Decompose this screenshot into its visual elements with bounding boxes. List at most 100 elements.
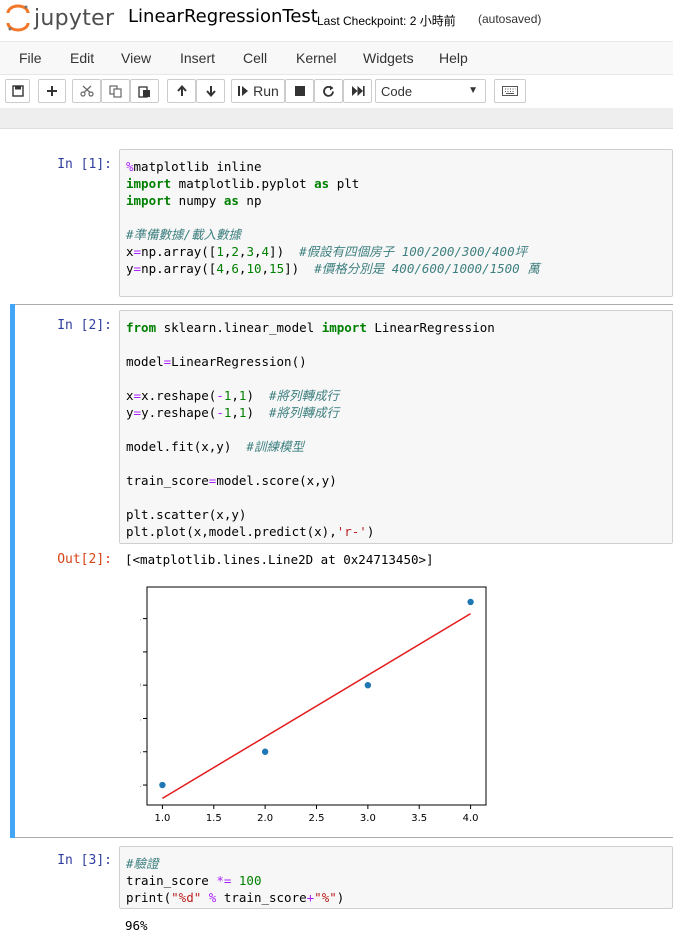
cell-3-prompt: In [3]: [57,853,112,868]
move-up-button[interactable] [167,79,196,103]
cell-2-input[interactable]: from sklearn.linear_model import LinearR… [119,310,673,544]
save-button[interactable] [5,79,30,103]
code-token: = [133,388,142,403]
code-line: import matplotlib.pyplot as plt [126,176,360,191]
code-comment: #訓練模型 [246,439,304,454]
cell-2-output-text: [<matplotlib.lines.Line2D at 0x24713450>… [125,552,434,567]
toolbar-divider [0,108,673,129]
code-token: 6 [231,261,239,276]
menu-view[interactable]: View [121,50,151,66]
caret-down-icon: ▼ [468,85,478,96]
code-comment: #價格分別是 400/600/1000/1500 萬 [314,261,540,276]
code-token: 1 [238,405,247,420]
code-token: as [314,176,330,191]
code-token: import [321,320,367,335]
code-line: plt.scatter(x,y) [126,507,247,522]
selected-cell-indicator [10,304,15,838]
x-tick-label: 3.5 [411,813,427,824]
x-tick-label: 4.0 [463,813,479,824]
x-tick-label: 2.5 [309,813,325,824]
y-tick-label: 8 [140,714,141,725]
code-token: 4 [261,244,270,259]
code-token: *= [216,873,232,888]
paste-icon [138,85,150,98]
restart-run-all-button[interactable] [343,79,372,103]
code-token: - [216,388,224,403]
menu-edit[interactable]: Edit [70,50,94,66]
x-tick-label: 1.0 [154,813,170,824]
notebook-title[interactable]: LinearRegressionTest [128,6,318,27]
insert-cell-button[interactable] [38,79,66,103]
cell-1-code: %matplotlib inline import matplotlib.pyp… [126,158,540,277]
code-token: = [208,473,217,488]
code-token: 15 [269,261,285,276]
restart-button[interactable] [314,79,343,103]
code-comment: #假設有四個房子 100/200/300/400坪 [299,244,528,259]
run-button[interactable]: Run [231,79,285,103]
y-tick-label: 4 [140,781,141,792]
code-line: y=np.array([4,6,10,15]) #價格分別是 400/600/1… [126,261,540,276]
code-line: x=x.reshape(-1,1) #將列轉成行 [126,388,340,403]
copy-button[interactable] [101,79,130,103]
y-tick-label: 12 [140,647,141,658]
menu-help[interactable]: Help [439,50,468,66]
x-tick-label: 3.0 [360,813,376,824]
x-tick-label: 2.0 [257,813,273,824]
code-line: y=y.reshape(-1,1) #將列轉成行 [126,405,340,420]
save-icon [11,85,24,97]
logo-text: jupyter [34,5,115,31]
y-tick-label: 14 [140,614,141,625]
cell-1-prompt: In [1]: [57,157,112,172]
menu-insert[interactable]: Insert [180,50,215,66]
menu-widgets[interactable]: Widgets [363,50,414,66]
menu-file[interactable]: File [19,50,42,66]
code-token: 4 [216,261,224,276]
plot-axes-frame [146,586,487,806]
code-token: import [126,193,172,208]
cell-2-prompt: In [2]: [57,318,112,333]
menu-cell[interactable]: Cell [243,50,267,66]
code-comment: #驗證 [126,856,159,871]
command-palette-button[interactable] [494,79,526,103]
y-tick-label: 10 [140,681,141,692]
cell-1-input[interactable]: %matplotlib inline import matplotlib.pyp… [119,149,673,297]
move-down-button[interactable] [196,79,225,103]
notebook-header: jupyter LinearRegressionTest Last Checkp… [0,0,673,40]
stop-icon [294,86,305,96]
paste-button[interactable] [130,79,159,103]
interrupt-button[interactable] [285,79,314,103]
plus-icon [47,86,57,96]
code-line: %matplotlib inline [126,159,262,174]
fast-forward-icon [351,86,365,96]
code-line: print("%d" % train_score+"%") [126,890,345,905]
cell-2-code: from sklearn.linear_model import LinearR… [126,319,495,540]
code-token: 3 [246,244,254,259]
cell-3-output-text: 96% [125,918,148,933]
code-line: import numpy as np [126,193,262,208]
cell-type-value: Code [381,84,413,99]
code-token: - [216,405,224,420]
code-token: from [126,320,157,335]
code-line: train_score *= 100 [126,873,262,888]
code-token: as [223,193,239,208]
code-token: "%" [314,890,337,905]
restart-icon [323,85,334,97]
menu-kernel[interactable]: Kernel [296,50,336,66]
code-token: % [126,159,134,174]
cut-icon [79,85,94,97]
cell-type-select[interactable]: Code ▼ [375,79,486,103]
arrow-up-icon [176,85,187,96]
keyboard-icon [502,86,518,96]
code-token: % [208,890,217,905]
autosave-status: (autosaved) [478,12,542,26]
cut-button[interactable] [72,79,101,103]
code-token: 2 [231,244,239,259]
code-line: from sklearn.linear_model import LinearR… [126,320,495,335]
scatter-plot: 1.0 1.5 2.0 2.5 3.0 3.5 4.0 4 6 8 10 12 14 [140,586,487,824]
cell-3-input[interactable]: #驗證 train_score *= 100 print("%d" % trai… [119,846,673,909]
code-line: plt.plot(x,model.predict(x),'r-') [126,524,375,539]
code-token: 1 [223,388,232,403]
run-icon [238,86,249,96]
jupyter-logo[interactable]: jupyter [6,4,114,32]
x-tick-label: 1.5 [206,813,222,824]
